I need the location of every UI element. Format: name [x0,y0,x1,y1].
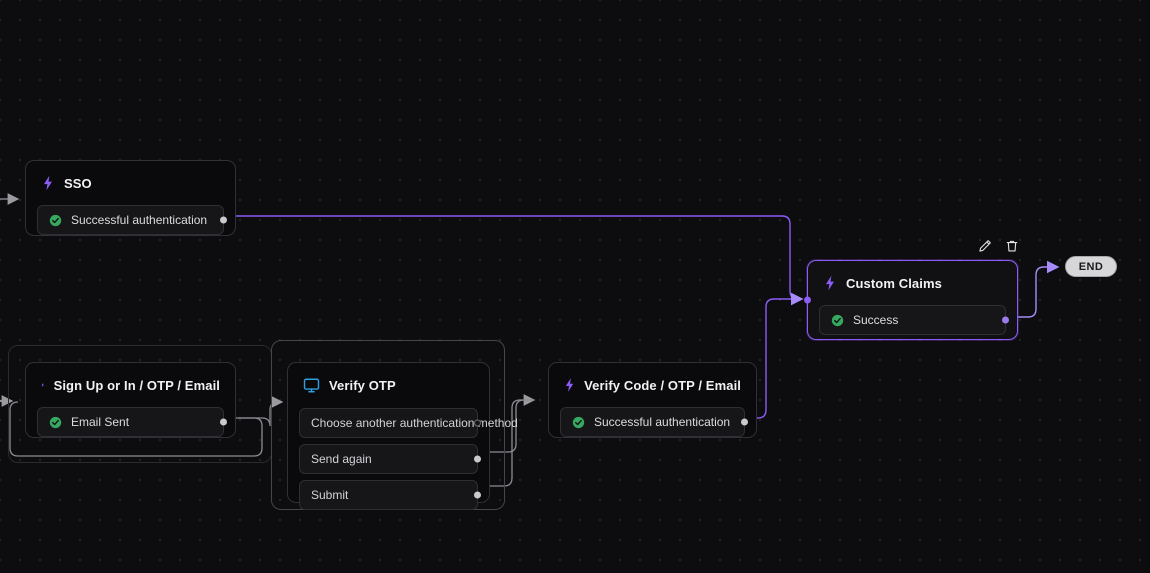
bolt-icon [826,275,834,291]
node-title: Sign Up or In / OTP / Email [53,377,220,393]
check-circle-icon [831,314,844,326]
bolt-icon [44,175,52,191]
output-handle[interactable] [1002,316,1009,324]
row-success[interactable]: Success [819,305,1009,335]
check-circle-icon [49,416,62,428]
bolt-icon [565,378,574,392]
node-rows: Email Sent [37,407,227,437]
edge-custom-claims-to-end [1011,260,1060,318]
row-label: Successful authentication [71,213,208,227]
node-header: Verify OTP [299,375,478,394]
node-header: SSO [37,173,224,191]
output-handle[interactable] [474,491,481,499]
row-label: Successful authentication [594,415,731,429]
node-signup-or-in[interactable]: Sign Up or In / OTP / Email Email Sent [25,362,236,438]
row-label: Email Sent [71,415,130,429]
output-handle[interactable] [474,419,481,427]
node-title: Verify OTP [329,378,396,393]
pencil-icon[interactable] [975,236,994,255]
row-submit[interactable]: Submit [299,480,481,510]
output-handle[interactable] [220,418,227,426]
trash-icon[interactable] [1002,236,1021,255]
node-verify-code[interactable]: Verify Code / OTP / Email Successful aut… [548,362,757,438]
node-rows: Successful authentication [560,407,748,437]
bolt-icon [41,382,44,388]
row-label: Success [853,313,899,327]
node-title: Custom Claims [846,275,942,291]
row-label: Choose another authentication method [311,416,518,430]
node-header: Verify Code / OTP / Email [560,375,745,393]
edge-sso-to-custom-claims [226,215,804,306]
flow-canvas[interactable]: SSO Successful authentication Sign Up or… [0,0,1150,573]
node-header: Sign Up or In / OTP / Email [37,375,224,393]
row-email-sent[interactable]: Email Sent [37,407,227,437]
row-successful-authentication[interactable]: Successful authentication [560,407,748,437]
node-rows: Successful authentication [37,205,227,235]
output-handle[interactable] [220,216,227,224]
node-rows: Choose another authentication method Sen… [299,408,518,510]
output-handle[interactable] [474,455,481,463]
row-send-again[interactable]: Send again [299,444,481,474]
check-circle-icon [572,416,585,428]
row-label: Submit [311,488,349,502]
node-custom-claims[interactable]: Custom Claims Success [804,260,1018,340]
row-choose-another-method[interactable]: Choose another authentication method [299,408,518,438]
end-label: END [1078,260,1104,273]
node-toolbar[interactable] [975,236,1021,255]
node-sso[interactable]: SSO Successful authentication [25,160,236,236]
input-handle[interactable] [804,296,811,304]
node-verify-otp[interactable]: Verify OTP Choose another authentication… [287,362,518,510]
output-handle[interactable] [741,418,748,426]
node-rows: Success [819,305,1009,335]
row-label: Send again [311,452,372,466]
node-title: Verify Code / OTP / Email [584,377,741,393]
check-circle-icon [49,214,62,226]
screen-icon [303,378,320,393]
node-title: SSO [64,175,92,191]
node-end[interactable]: END [1065,256,1117,277]
row-successful-authentication[interactable]: Successful authentication [37,205,227,235]
node-header: Custom Claims [819,273,1006,291]
